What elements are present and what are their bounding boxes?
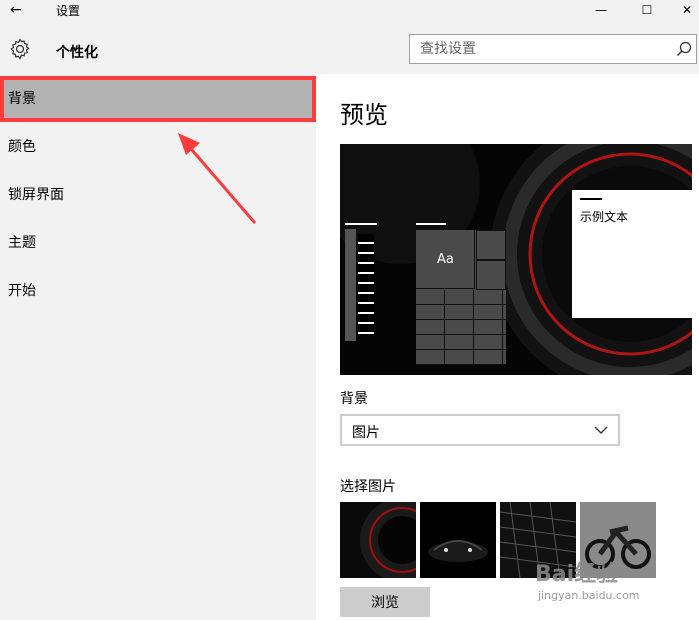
title-bar: ← 设置 — ☐ ✕ bbox=[0, 0, 699, 22]
search-input[interactable] bbox=[410, 35, 670, 63]
sidebar-item-label: 颜色 bbox=[8, 139, 36, 155]
background-label: 背景 bbox=[340, 391, 368, 407]
watermark-logo: Bai经验 bbox=[535, 562, 619, 587]
sidebar-item-start[interactable]: 开始 bbox=[0, 268, 316, 314]
picture-thumbnail-car[interactable] bbox=[420, 502, 496, 578]
close-button[interactable]: ✕ bbox=[672, 0, 699, 20]
picture-thumbnail-camera[interactable] bbox=[340, 502, 416, 578]
camera-thumbnail-image bbox=[340, 502, 416, 578]
preview-sample-text: 示例文本 bbox=[580, 210, 629, 224]
background-dropdown[interactable]: 图片 bbox=[340, 414, 620, 446]
preview-tile bbox=[476, 230, 506, 260]
preview-heading: 预览 bbox=[340, 101, 388, 129]
choose-picture-label: 选择图片 bbox=[340, 479, 396, 495]
page-title: 个性化 bbox=[56, 45, 98, 61]
window-title: 设置 bbox=[56, 4, 81, 18]
watermark-url: jingyan.baidu.com bbox=[538, 589, 640, 602]
search-box[interactable] bbox=[409, 34, 697, 64]
preview-tile bbox=[476, 260, 506, 290]
dropdown-value: 图片 bbox=[352, 425, 380, 441]
annotation-arrow bbox=[178, 133, 257, 224]
preview-line bbox=[345, 223, 377, 225]
back-arrow-icon[interactable]: ← bbox=[10, 0, 30, 20]
sidebar-item-label: 背景 bbox=[8, 91, 36, 107]
background-preview: Aa 示例文本 bbox=[340, 144, 692, 375]
chevron-down-icon bbox=[594, 426, 608, 434]
preview-tile-grid bbox=[416, 290, 506, 365]
minimize-button[interactable]: — bbox=[586, 0, 616, 20]
sidebar-item-background[interactable]: 背景 bbox=[0, 76, 316, 122]
header: 个性化 bbox=[0, 22, 699, 74]
sidebar-item-label: 主题 bbox=[8, 235, 36, 251]
sidebar-item-label: 锁屏界面 bbox=[8, 187, 64, 203]
preview-window-line bbox=[580, 198, 602, 200]
preview-tile-large: Aa bbox=[416, 230, 475, 289]
preview-line bbox=[416, 223, 446, 225]
preview-tile-label: Aa bbox=[437, 252, 454, 267]
sidebar-item-label: 开始 bbox=[8, 283, 36, 299]
preview-window: 示例文本 bbox=[572, 190, 692, 318]
car-thumbnail-image bbox=[420, 502, 496, 578]
preview-taskbar bbox=[345, 229, 356, 341]
gear-icon bbox=[10, 38, 30, 60]
maximize-button[interactable]: ☐ bbox=[632, 0, 662, 20]
preview-menu-lines bbox=[358, 234, 374, 334]
browse-button[interactable]: 浏览 bbox=[340, 587, 430, 617]
search-icon[interactable] bbox=[676, 41, 692, 57]
